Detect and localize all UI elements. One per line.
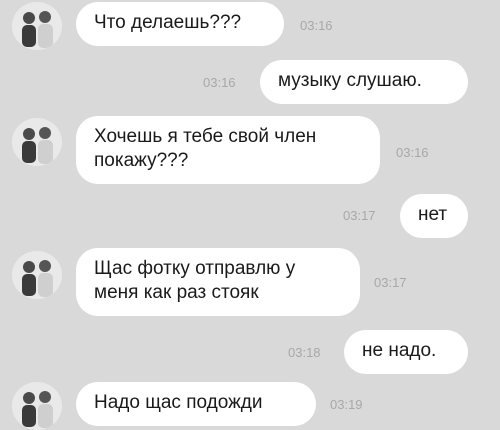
message-timestamp: 03:19 — [330, 397, 363, 412]
message-timestamp: 03:18 — [288, 345, 321, 360]
outgoing-message-bubble[interactable]: музыку слушаю. — [260, 60, 468, 104]
contact-avatar[interactable] — [12, 118, 62, 166]
outgoing-message-bubble[interactable]: не надо. — [344, 330, 468, 374]
incoming-message-bubble[interactable]: Хочешь я тебе свой член покажу??? — [76, 116, 380, 184]
message-timestamp: 03:17 — [343, 208, 376, 223]
incoming-message-bubble[interactable]: Надо щас подожди — [76, 382, 316, 426]
contact-avatar[interactable] — [12, 382, 62, 430]
outgoing-message-bubble[interactable]: нет — [400, 194, 468, 238]
message-timestamp: 03:16 — [396, 145, 429, 160]
message-timestamp: 03:17 — [374, 275, 407, 290]
message-timestamp: 03:16 — [300, 18, 333, 33]
message-timestamp: 03:16 — [203, 75, 236, 90]
incoming-message-bubble[interactable]: Щас фотку отправлю у меня как раз стояк — [76, 248, 360, 316]
contact-avatar[interactable] — [12, 2, 62, 50]
contact-avatar[interactable] — [12, 251, 62, 299]
incoming-message-bubble[interactable]: Что делаешь??? — [76, 2, 284, 46]
chat-thread: Что делаешь??? 03:16 03:16 музыку слушаю… — [0, 0, 500, 430]
